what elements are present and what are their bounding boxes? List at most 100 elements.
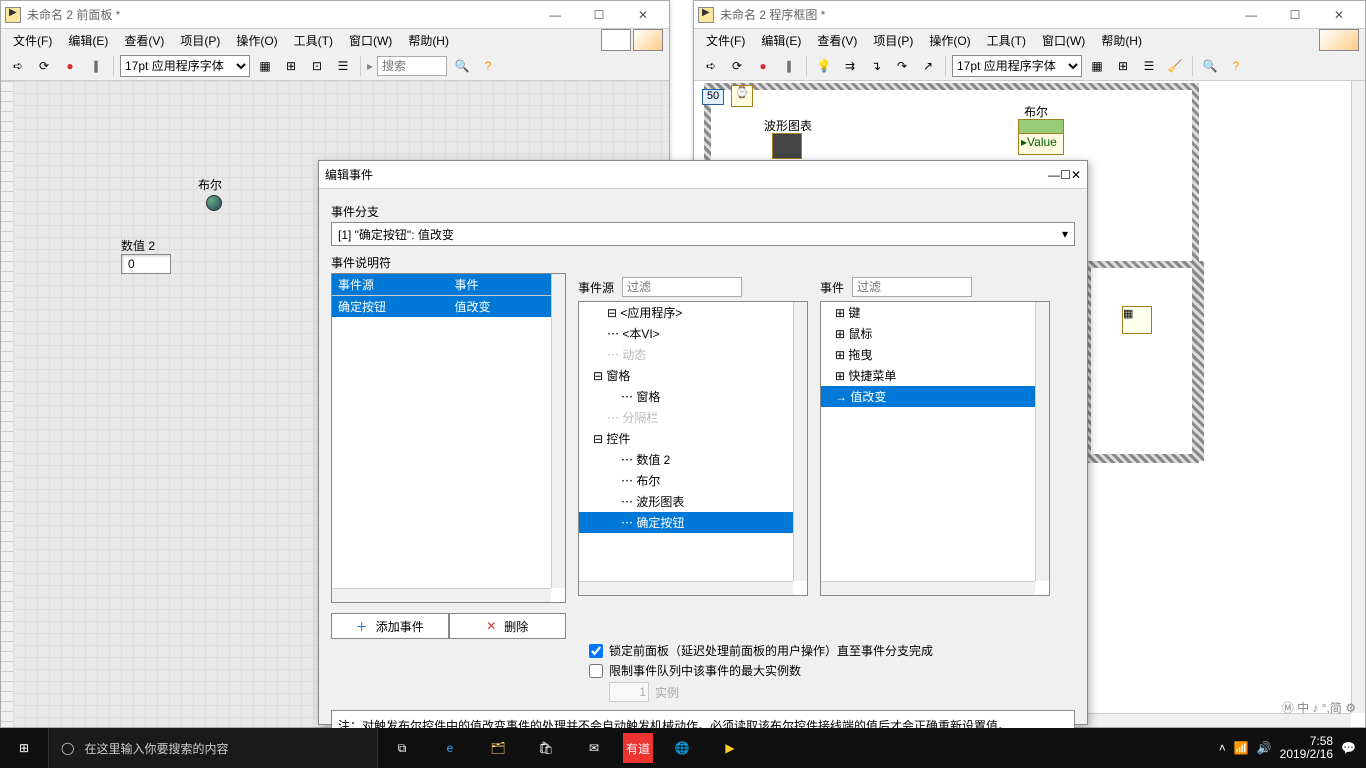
edge-icon[interactable]: e: [426, 728, 474, 768]
event-source-tree[interactable]: ⊟ <应用程序>⋯ <本VI>⋯ 动态⊟ 窗格⋯ 窗格⋯ 分隔栏⊟ 控件⋯ 数值…: [578, 301, 808, 596]
search-icon[interactable]: 🔍: [1199, 55, 1221, 77]
volume-icon[interactable]: 🔊: [1257, 741, 1272, 755]
help-icon[interactable]: ?: [1225, 55, 1247, 77]
menu-file[interactable]: 文件(F): [700, 30, 751, 51]
tree-item[interactable]: ⋯ 确定按钮: [579, 512, 807, 533]
store-icon[interactable]: 🛍: [522, 728, 570, 768]
chrome-icon[interactable]: 🌐: [658, 728, 706, 768]
const-50[interactable]: 50: [702, 89, 724, 105]
run-button[interactable]: ➪: [700, 55, 722, 77]
tree-item[interactable]: ⊞ 键: [821, 302, 1049, 323]
tree-item[interactable]: ⊟ 窗格: [579, 365, 807, 386]
tree-item[interactable]: ⊞ 鼠标: [821, 323, 1049, 344]
font-selector[interactable]: 17pt 应用程序字体: [952, 55, 1082, 77]
src-filter-input[interactable]: [622, 277, 742, 297]
step-into-button[interactable]: ↴: [865, 55, 887, 77]
pause-button[interactable]: ∥: [778, 55, 800, 77]
menu-window[interactable]: 窗口(W): [1036, 30, 1091, 51]
close-button[interactable]: ✕: [1071, 168, 1081, 182]
menu-operate[interactable]: 操作(O): [923, 30, 976, 51]
align-button[interactable]: ▦: [254, 55, 276, 77]
search-icon[interactable]: 🔍: [451, 55, 473, 77]
tree-item[interactable]: → 值改变: [821, 386, 1049, 407]
tree-item[interactable]: ⊞ 快捷菜单: [821, 365, 1049, 386]
dialog-titlebar[interactable]: 编辑事件 — ☐ ✕: [319, 161, 1087, 189]
menu-help[interactable]: 帮助(H): [1095, 30, 1148, 51]
bool-property-node[interactable]: ▸Value: [1018, 119, 1064, 155]
fp-titlebar[interactable]: 未命名 2 前面板 * — ☐ ✕: [1, 1, 669, 29]
scrollbar-h[interactable]: [821, 581, 1035, 595]
step-over-button[interactable]: ↷: [891, 55, 913, 77]
align-button[interactable]: ▦: [1086, 55, 1108, 77]
add-event-button[interactable]: ＋添加事件: [331, 613, 449, 639]
tree-item[interactable]: ⋯ 窗格: [579, 386, 807, 407]
minimize-button[interactable]: —: [1048, 168, 1060, 182]
event-type-tree[interactable]: ⊞ 键⊞ 鼠标⊞ 拖曳⊞ 快捷菜单→ 值改变: [820, 301, 1050, 596]
scrollbar-h[interactable]: [579, 581, 793, 595]
maximize-button[interactable]: ☐: [1060, 168, 1071, 182]
reorder-button[interactable]: ☰: [332, 55, 354, 77]
step-out-button[interactable]: ↗: [917, 55, 939, 77]
menu-tools[interactable]: 工具(T): [981, 30, 1032, 51]
bd-titlebar[interactable]: 未命名 2 程序框图 * — ☐ ✕: [694, 1, 1365, 29]
abort-button[interactable]: ●: [752, 55, 774, 77]
minimize-button[interactable]: —: [1229, 1, 1273, 29]
maximize-button[interactable]: ☐: [577, 1, 621, 29]
branch-combo[interactable]: [1] "确定按钮": 值改变 ▾: [331, 222, 1075, 246]
delete-event-button[interactable]: ✕删除: [449, 613, 567, 639]
resize-button[interactable]: ⊡: [306, 55, 328, 77]
retain-button[interactable]: ⇉: [839, 55, 861, 77]
scrollbar-v[interactable]: [551, 274, 565, 588]
menu-window[interactable]: 窗口(W): [343, 30, 398, 51]
menu-view[interactable]: 查看(V): [811, 30, 863, 51]
abort-button[interactable]: ●: [59, 55, 81, 77]
wait-node[interactable]: ⌚: [731, 85, 753, 107]
help-icon[interactable]: ?: [477, 55, 499, 77]
highlight-button[interactable]: 💡: [813, 55, 835, 77]
connector-pane[interactable]: [601, 29, 631, 51]
run-cont-button[interactable]: ⟳: [726, 55, 748, 77]
distribute-button[interactable]: ⊞: [1112, 55, 1134, 77]
menu-tools[interactable]: 工具(T): [288, 30, 339, 51]
bool-led[interactable]: [206, 195, 222, 211]
font-selector[interactable]: 17pt 应用程序字体: [120, 55, 250, 77]
tree-item[interactable]: ⊟ <应用程序>: [579, 302, 807, 323]
spec-row[interactable]: 确定按钮 值改变: [332, 296, 565, 317]
subvi-node[interactable]: ▦: [1122, 306, 1152, 334]
evt-filter-input[interactable]: [852, 277, 972, 297]
start-button[interactable]: ⊞: [0, 728, 48, 768]
reorder-button[interactable]: ☰: [1138, 55, 1160, 77]
event-structure[interactable]: [1084, 261, 1204, 461]
scrollbar-h[interactable]: [332, 588, 551, 602]
menu-project[interactable]: 项目(P): [174, 30, 226, 51]
vi-icon[interactable]: [633, 29, 663, 51]
maximize-button[interactable]: ☐: [1273, 1, 1317, 29]
minimize-button[interactable]: —: [533, 1, 577, 29]
vi-icon[interactable]: [1319, 29, 1359, 51]
explorer-icon[interactable]: 🗂: [474, 728, 522, 768]
tree-item[interactable]: ⋯ 布尔: [579, 470, 807, 491]
mail-icon[interactable]: ✉: [570, 728, 618, 768]
menu-project[interactable]: 项目(P): [867, 30, 919, 51]
lock-checkbox[interactable]: [589, 644, 603, 658]
chart-terminal[interactable]: [772, 133, 802, 159]
labview-taskbar-icon[interactable]: ▶: [706, 728, 754, 768]
run-button[interactable]: ➪: [7, 55, 29, 77]
menu-help[interactable]: 帮助(H): [402, 30, 455, 51]
network-icon[interactable]: 📶: [1234, 741, 1249, 755]
tree-item[interactable]: ⋯ 动态: [579, 344, 807, 365]
notif-icon[interactable]: 💬: [1341, 741, 1356, 755]
menu-file[interactable]: 文件(F): [7, 30, 58, 51]
menu-view[interactable]: 查看(V): [118, 30, 170, 51]
menu-edit[interactable]: 编辑(E): [62, 30, 114, 51]
tree-item[interactable]: ⋯ <本VI>: [579, 323, 807, 344]
pause-button[interactable]: ∥: [85, 55, 107, 77]
event-spec-list[interactable]: 事件源 事件 确定按钮 值改变: [331, 273, 566, 603]
scrollbar-v[interactable]: [793, 302, 807, 581]
tray-up-icon[interactable]: ˄: [1219, 741, 1226, 755]
num-indicator[interactable]: 0: [121, 254, 171, 274]
tree-item[interactable]: ⊞ 拖曳: [821, 344, 1049, 365]
app-icon[interactable]: 有道: [623, 733, 653, 763]
tree-item[interactable]: ⋯ 数值 2: [579, 449, 807, 470]
tree-item[interactable]: ⊟ 控件: [579, 428, 807, 449]
